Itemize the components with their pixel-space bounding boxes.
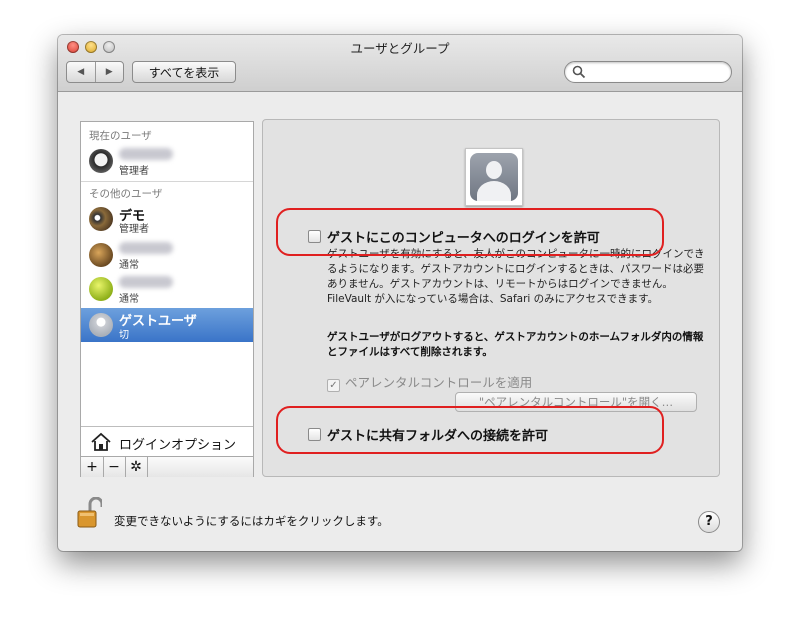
user-list: 現在のユーザ 管理者 その他のユーザ デモ 管理者 通常 通常 ゲストユーザ 切 — [80, 121, 254, 477]
user-role: 通常 — [119, 260, 139, 271]
forward-button[interactable]: ▶ — [94, 62, 124, 82]
current-user-header: 現在のユーザ — [89, 130, 152, 142]
list-action-bar: + − ✲ — [81, 456, 253, 477]
user-row-demo[interactable]: デモ 管理者 — [81, 204, 253, 235]
remove-user-button[interactable]: − — [103, 457, 126, 477]
user-avatar — [89, 243, 113, 267]
titlebar: ユーザとグループ ◀ ▶ すべてを表示 — [58, 35, 742, 92]
user-role: 管理者 — [119, 224, 149, 235]
user-row-3[interactable]: 通常 — [81, 274, 253, 305]
guest-picture[interactable] — [465, 148, 523, 206]
parental-controls-checkbox[interactable]: ✓ ペアレンタルコントロールを適用 — [327, 372, 533, 392]
user-row-2[interactable]: 通常 — [81, 240, 253, 271]
owl-avatar — [89, 207, 113, 231]
preferences-window: ユーザとグループ ◀ ▶ すべてを表示 現在のユーザ 管理者 その他のユーザ デ… — [58, 35, 742, 551]
user-row-current[interactable]: 管理者 — [81, 146, 253, 177]
other-users-header: その他のユーザ — [89, 188, 163, 200]
window-title: ユーザとグループ — [350, 41, 450, 56]
gear-action-button[interactable]: ✲ — [125, 457, 148, 477]
penguin-avatar — [89, 149, 113, 173]
tennis-ball-avatar — [89, 277, 113, 301]
highlight-annotation — [276, 208, 664, 256]
redacted-user-name — [119, 148, 173, 160]
checkmark-icon: ✓ — [327, 379, 340, 392]
parental-controls-label: ペアレンタルコントロールを適用 — [345, 375, 533, 390]
add-user-button[interactable]: + — [81, 457, 104, 477]
guest-silhouette-icon — [470, 153, 518, 201]
unlocked-padlock-icon[interactable] — [76, 497, 102, 529]
search-field[interactable] — [564, 61, 732, 83]
user-name: ゲストユーザ — [119, 314, 197, 329]
nav-back-forward: ◀ ▶ — [66, 61, 124, 83]
user-role: 管理者 — [119, 166, 149, 177]
highlight-annotation — [276, 406, 664, 454]
back-button[interactable]: ◀ — [67, 62, 95, 82]
divider — [81, 181, 253, 182]
user-status: 切 — [119, 330, 129, 341]
guest-logout-note: ゲストユーザがログアウトすると、ゲストアカウントのホームフォルダ内の情報とファイ… — [327, 331, 704, 358]
user-row-guest[interactable]: ゲストユーザ 切 — [81, 308, 253, 342]
help-button[interactable]: ? — [698, 511, 720, 533]
user-role: 通常 — [119, 294, 139, 305]
login-options-label: ログインオプション — [119, 438, 237, 453]
show-all-button[interactable]: すべてを表示 — [132, 61, 236, 83]
guest-avatar — [89, 313, 113, 337]
house-icon — [91, 432, 111, 451]
redacted-user-name — [119, 242, 173, 254]
lock-message: 変更できないようにするにはカギをクリックします。 — [114, 514, 389, 528]
redacted-user-name — [119, 276, 173, 288]
guest-description: ゲストユーザを有効にすると、友人がこのコンピュータに一時的にログインできるように… — [327, 248, 705, 305]
search-icon — [572, 65, 586, 79]
login-options-item[interactable]: ログインオプション — [81, 426, 253, 457]
